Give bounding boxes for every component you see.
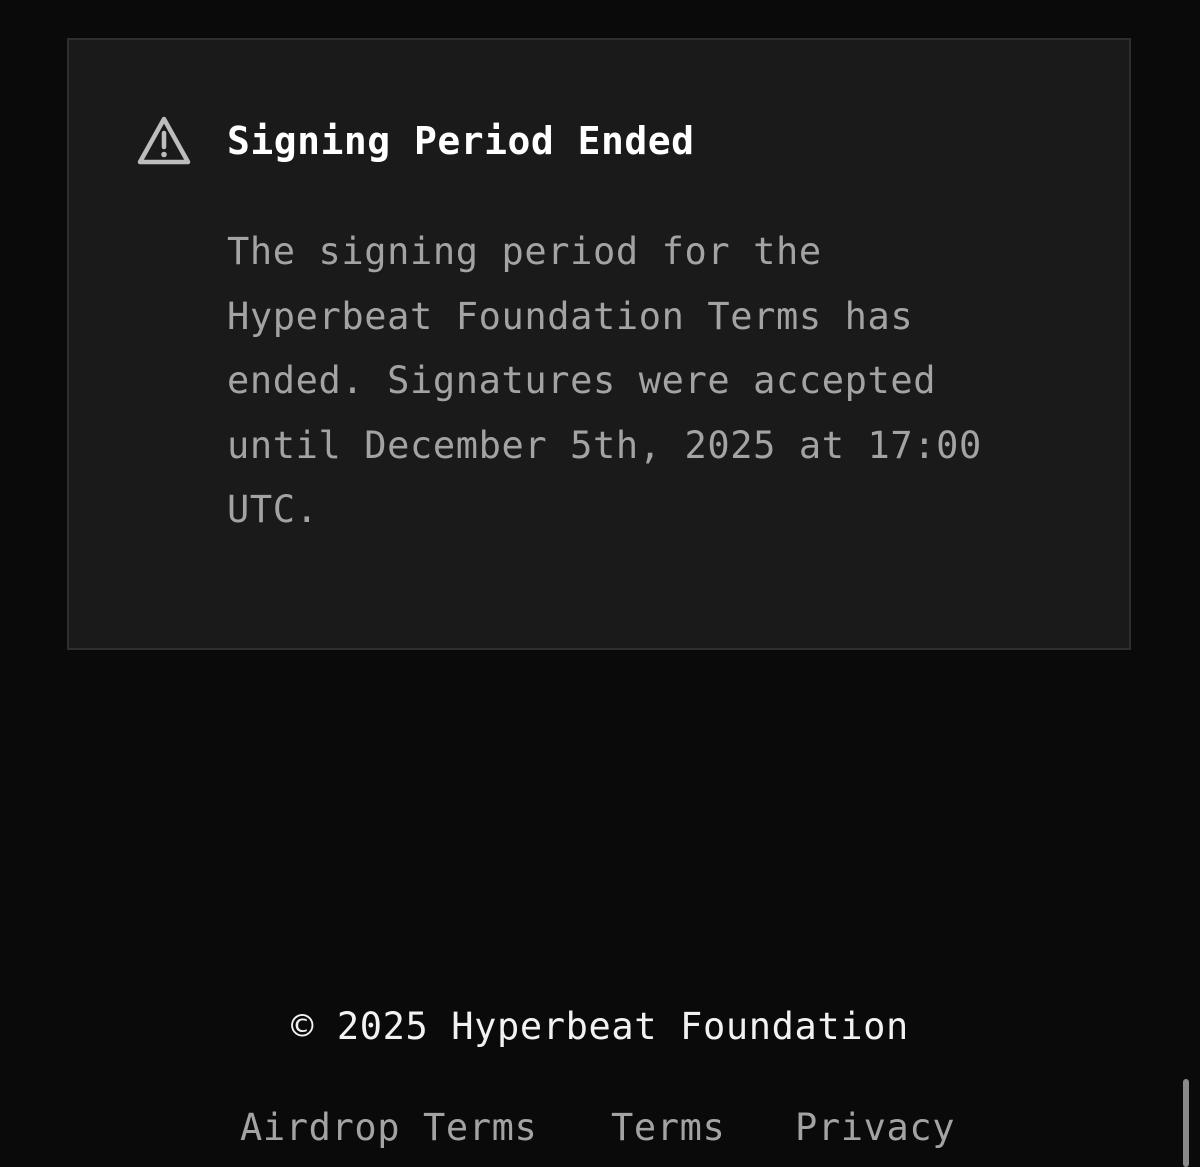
warning-triangle-icon: [137, 116, 191, 165]
privacy-link[interactable]: Privacy: [795, 1102, 955, 1154]
notice-message: The signing period for the Hyperbeat Fou…: [227, 220, 1047, 543]
notice-message-line: ended. Signatures were accepted: [227, 359, 937, 402]
notice-title: Signing Period Ended: [227, 119, 695, 163]
terms-link[interactable]: Terms: [611, 1102, 725, 1154]
notice-message-line: UTC.: [227, 488, 319, 531]
notice-message-line: until December 5th, 2025 at 17:00: [227, 423, 982, 467]
notice-message-line: The signing period for the: [227, 230, 822, 273]
page-scrollbar[interactable]: [1183, 1079, 1189, 1167]
notice-message-line: Hyperbeat Foundation Terms has: [227, 294, 914, 338]
airdrop-terms-link[interactable]: Airdrop Terms: [240, 1102, 537, 1154]
footer-links: Airdrop Terms Terms Privacy: [0, 1102, 1200, 1158]
footer-copyright: © 2025 Hyperbeat Foundation: [291, 1005, 909, 1048]
